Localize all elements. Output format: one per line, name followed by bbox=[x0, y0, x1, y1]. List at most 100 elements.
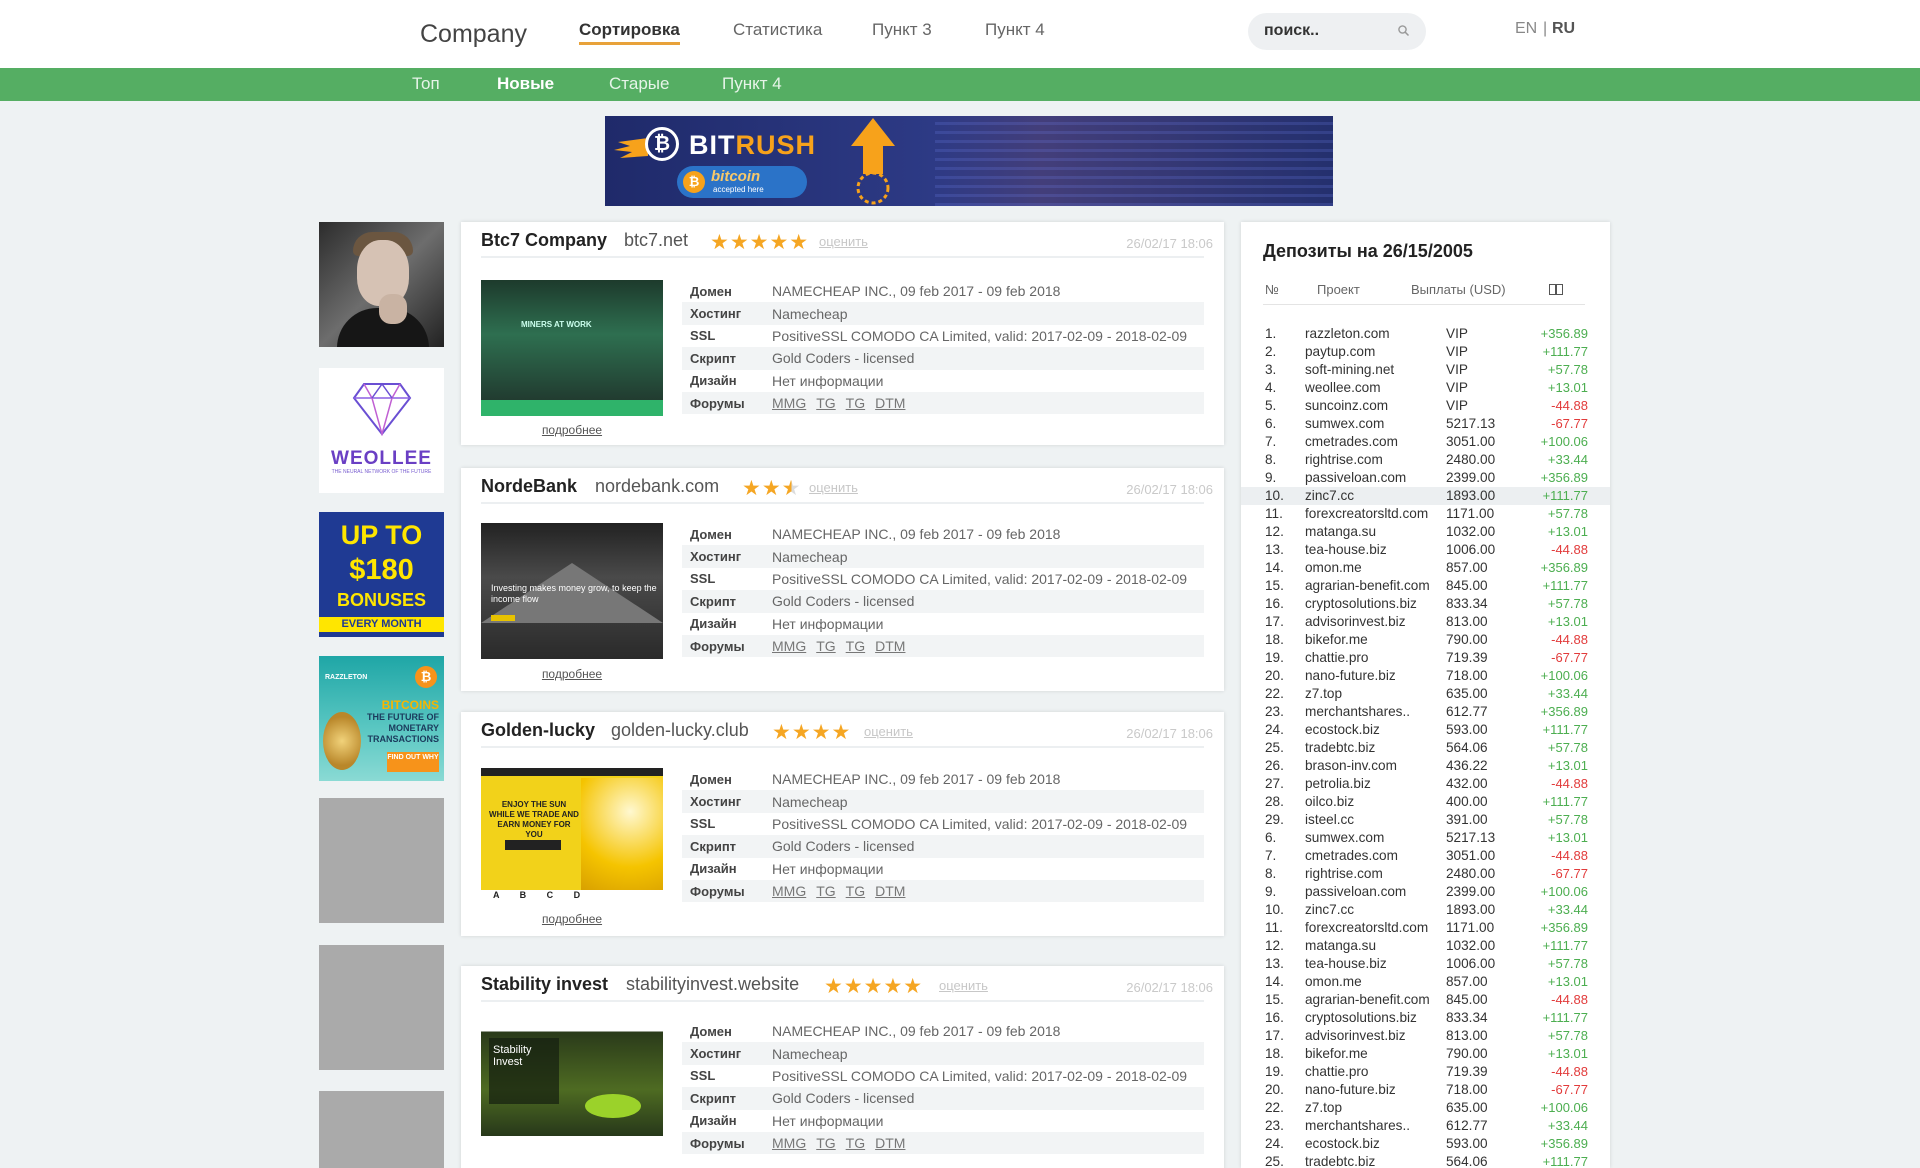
deposit-row[interactable]: 26. brason-inv.com 436.22 +13.01 bbox=[1241, 757, 1610, 775]
deposit-row[interactable]: 24. ecostock.biz 593.00 +111.77 bbox=[1241, 721, 1610, 739]
site-logo[interactable]: Company bbox=[420, 20, 527, 49]
deposit-project[interactable]: chattie.pro bbox=[1305, 650, 1448, 665]
deposit-row[interactable]: 11. forexcreatorsltd.com 1171.00 +57.78 bbox=[1241, 505, 1610, 523]
deposit-project[interactable]: omon.me bbox=[1305, 560, 1448, 575]
deposit-project[interactable]: sumwex.com bbox=[1305, 416, 1448, 431]
deposit-row[interactable]: 6. sumwex.com 5217.13 -67.77 bbox=[1241, 415, 1610, 433]
deposit-project[interactable]: cryptosolutions.biz bbox=[1305, 596, 1448, 611]
forum-link[interactable]: TG bbox=[816, 395, 835, 411]
deposit-row[interactable]: 9. passiveloan.com 2399.00 +100.06 bbox=[1241, 883, 1610, 901]
deposit-row[interactable]: 29. isteel.cc 391.00 +57.78 bbox=[1241, 811, 1610, 829]
deposit-project[interactable]: razzleton.com bbox=[1305, 326, 1448, 341]
deposit-row[interactable]: 10. zinc7.cc 1893.00 +33.44 bbox=[1241, 901, 1610, 919]
nav-item-3[interactable]: Пункт 3 bbox=[872, 20, 932, 40]
deposit-row[interactable]: 22. z7.top 635.00 +33.44 bbox=[1241, 685, 1610, 703]
deposit-row[interactable]: 19. chattie.pro 719.39 -67.77 bbox=[1241, 649, 1610, 667]
forum-link[interactable]: MMG bbox=[772, 395, 806, 411]
project-name[interactable]: Golden-lucky bbox=[481, 720, 595, 741]
forum-link[interactable]: TG bbox=[816, 883, 835, 899]
deposit-project[interactable]: weollee.com bbox=[1305, 380, 1448, 395]
deposit-row[interactable]: 25. tradebtc.biz 564.06 +111.77 bbox=[1241, 1153, 1610, 1168]
deposit-project[interactable]: passiveloan.com bbox=[1305, 470, 1448, 485]
deposit-project[interactable]: advisorinvest.biz bbox=[1305, 614, 1448, 629]
deposit-row[interactable]: 16. cryptosolutions.biz 833.34 +111.77 bbox=[1241, 1009, 1610, 1027]
deposit-project[interactable]: zinc7.cc bbox=[1305, 488, 1448, 503]
rate-link[interactable]: оценить bbox=[939, 978, 988, 993]
deposit-project[interactable]: agrarian-benefit.com bbox=[1305, 578, 1448, 593]
forum-link[interactable]: DTM bbox=[875, 1135, 905, 1151]
deposit-project[interactable]: chattie.pro bbox=[1305, 1064, 1448, 1079]
deposit-row[interactable]: 11. forexcreatorsltd.com 1171.00 +356.89 bbox=[1241, 919, 1610, 937]
deposit-project[interactable]: bikefor.me bbox=[1305, 632, 1448, 647]
forum-link[interactable]: MMG bbox=[772, 883, 806, 899]
nav-item-4[interactable]: Пункт 4 bbox=[985, 20, 1045, 40]
deposit-row[interactable]: 18. bikefor.me 790.00 +13.01 bbox=[1241, 1045, 1610, 1063]
forum-link[interactable]: TG bbox=[846, 883, 865, 899]
lang-ru[interactable]: RU bbox=[1552, 20, 1575, 38]
deposit-project[interactable]: zinc7.cc bbox=[1305, 902, 1448, 917]
deposit-row[interactable]: 17. advisorinvest.biz 813.00 +13.01 bbox=[1241, 613, 1610, 631]
subnav-top[interactable]: Топ bbox=[412, 74, 440, 94]
rate-link[interactable]: оценить bbox=[809, 480, 858, 495]
deposit-project[interactable]: forexcreatorsltd.com bbox=[1305, 506, 1448, 521]
deposit-row[interactable]: 3. soft-mining.net VIP +57.78 bbox=[1241, 361, 1610, 379]
search-icon[interactable] bbox=[1397, 24, 1410, 42]
project-screenshot[interactable]: Stability Invest bbox=[481, 1020, 663, 1136]
deposit-project[interactable]: nano-future.biz bbox=[1305, 1082, 1448, 1097]
deposit-project[interactable]: cryptosolutions.biz bbox=[1305, 1010, 1448, 1025]
forum-link[interactable]: TG bbox=[846, 395, 865, 411]
subnav-item-4[interactable]: Пункт 4 bbox=[722, 74, 782, 94]
deposit-project[interactable]: sumwex.com bbox=[1305, 830, 1448, 845]
deposit-row[interactable]: 14. omon.me 857.00 +13.01 bbox=[1241, 973, 1610, 991]
deposit-project[interactable]: omon.me bbox=[1305, 974, 1448, 989]
project-screenshot[interactable]: ENJOY THE SUN WHILE WE TRADE AND EARN MO… bbox=[481, 768, 663, 904]
project-name[interactable]: Stability invest bbox=[481, 974, 608, 995]
deposit-row[interactable]: 7. cmetrades.com 3051.00 +100.06 bbox=[1241, 433, 1610, 451]
deposit-row[interactable]: 2. paytup.com VIP +111.77 bbox=[1241, 343, 1610, 361]
more-link[interactable]: подробнее bbox=[481, 667, 663, 681]
nav-sort[interactable]: Сортировка bbox=[579, 20, 680, 45]
project-name[interactable]: NordeBank bbox=[481, 476, 577, 497]
deposit-row[interactable]: 1. razzleton.com VIP +356.89 bbox=[1241, 325, 1610, 343]
more-link[interactable]: подробнее bbox=[481, 912, 663, 926]
deposit-row[interactable]: 5. suncoinz.com VIP -44.88 bbox=[1241, 397, 1610, 415]
forum-link[interactable]: TG bbox=[846, 1135, 865, 1151]
deposit-project[interactable]: matanga.su bbox=[1305, 524, 1448, 539]
deposit-project[interactable]: merchantshares.. bbox=[1305, 1118, 1448, 1133]
deposit-project[interactable]: tradebtc.biz bbox=[1305, 1154, 1448, 1168]
deposit-row[interactable]: 24. ecostock.biz 593.00 +356.89 bbox=[1241, 1135, 1610, 1153]
deposit-project[interactable]: tradebtc.biz bbox=[1305, 740, 1448, 755]
project-name[interactable]: Btc7 Company bbox=[481, 230, 607, 251]
deposit-row[interactable]: 22. z7.top 635.00 +100.06 bbox=[1241, 1099, 1610, 1117]
ad-placeholder[interactable] bbox=[319, 798, 444, 923]
deposit-row[interactable]: 20. nano-future.biz 718.00 -67.77 bbox=[1241, 1081, 1610, 1099]
deposit-row[interactable]: 15. agrarian-benefit.com 845.00 +111.77 bbox=[1241, 577, 1610, 595]
deposit-project[interactable]: advisorinvest.biz bbox=[1305, 1028, 1448, 1043]
lang-en[interactable]: EN bbox=[1515, 20, 1537, 38]
deposit-row[interactable]: 14. omon.me 857.00 +356.89 bbox=[1241, 559, 1610, 577]
more-link[interactable]: подробнее bbox=[481, 423, 663, 437]
forum-link[interactable]: TG bbox=[846, 638, 865, 654]
deposit-row[interactable]: 12. matanga.su 1032.00 +13.01 bbox=[1241, 523, 1610, 541]
col-project-header[interactable]: Проект bbox=[1317, 282, 1360, 297]
col-payout-header[interactable]: Выплаты (USD) bbox=[1411, 282, 1506, 297]
ad-placeholder[interactable] bbox=[319, 945, 444, 1070]
rate-link[interactable]: оценить bbox=[819, 234, 868, 249]
deposit-project[interactable]: ecostock.biz bbox=[1305, 1136, 1448, 1151]
deposit-project[interactable]: z7.top bbox=[1305, 686, 1448, 701]
deposit-project[interactable]: oilco.biz bbox=[1305, 794, 1448, 809]
deposit-row[interactable]: 13. tea-house.biz 1006.00 -44.88 bbox=[1241, 541, 1610, 559]
deposit-project[interactable]: petrolia.biz bbox=[1305, 776, 1448, 791]
deposit-project[interactable]: isteel.cc bbox=[1305, 812, 1448, 827]
deposit-project[interactable]: forexcreatorsltd.com bbox=[1305, 920, 1448, 935]
forum-link[interactable]: DTM bbox=[875, 395, 905, 411]
project-url[interactable]: nordebank.com bbox=[595, 476, 719, 497]
deposit-row[interactable]: 23. merchantshares.. 612.77 +33.44 bbox=[1241, 1117, 1610, 1135]
deposit-project[interactable]: tea-house.biz bbox=[1305, 956, 1448, 971]
forum-link[interactable]: MMG bbox=[772, 638, 806, 654]
deposit-row[interactable]: 25. tradebtc.biz 564.06 +57.78 bbox=[1241, 739, 1610, 757]
deposit-project[interactable]: brason-inv.com bbox=[1305, 758, 1448, 773]
deposit-row[interactable]: 19. chattie.pro 719.39 -44.88 bbox=[1241, 1063, 1610, 1081]
deposit-project[interactable]: passiveloan.com bbox=[1305, 884, 1448, 899]
subnav-new[interactable]: Новые bbox=[497, 74, 554, 94]
